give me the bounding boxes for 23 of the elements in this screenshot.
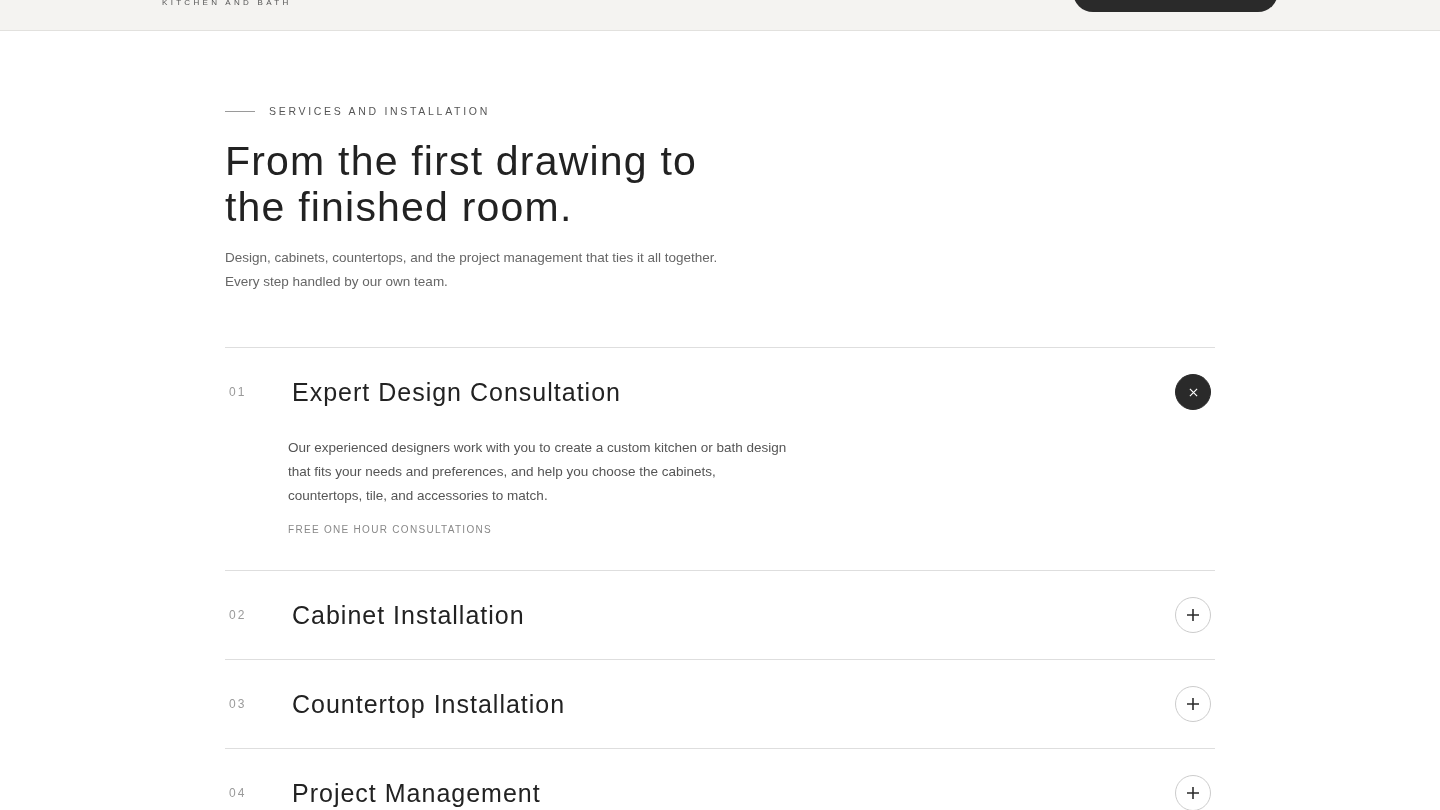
plus-icon: [1187, 787, 1199, 799]
service-number: 02: [228, 608, 248, 622]
service-title[interactable]: Expert Design Consultation: [292, 377, 621, 407]
service-title[interactable]: Project Management: [292, 778, 541, 808]
section-heading: From the first drawing to the finished room.: [225, 138, 699, 230]
section-eyebrow: SERVICES AND INSTALLATION: [269, 104, 490, 118]
decorative-line: [225, 110, 255, 112]
service-title[interactable]: Cabinet Installation: [292, 600, 525, 630]
service-note: FREE ONE HOUR CONSULTATIONS: [288, 523, 492, 537]
close-icon: [1188, 387, 1198, 397]
service-number: 03: [228, 697, 248, 711]
collapse-button[interactable]: [1175, 374, 1211, 410]
expand-button[interactable]: [1175, 686, 1211, 722]
plus-icon: [1187, 609, 1199, 621]
service-number: 01: [228, 385, 248, 399]
brand-tagline: KITCHEN AND BATH: [162, 0, 292, 7]
service-title[interactable]: Countertop Installation: [292, 689, 566, 719]
section-description: Design, cabinets, countertops, and the project management that ties it all together. Every step handled by our own team.: [225, 249, 719, 291]
expand-button[interactable]: [1175, 597, 1211, 633]
expand-button[interactable]: [1175, 775, 1211, 810]
plus-icon: [1187, 698, 1199, 710]
service-description: Our experienced designers work with you to create a custom kitchen or bath design that fits your needs and preferences, and help you choose the cabinets, countertops, tile, and accessories to match.: [288, 439, 788, 505]
service-number: 04: [228, 786, 248, 800]
